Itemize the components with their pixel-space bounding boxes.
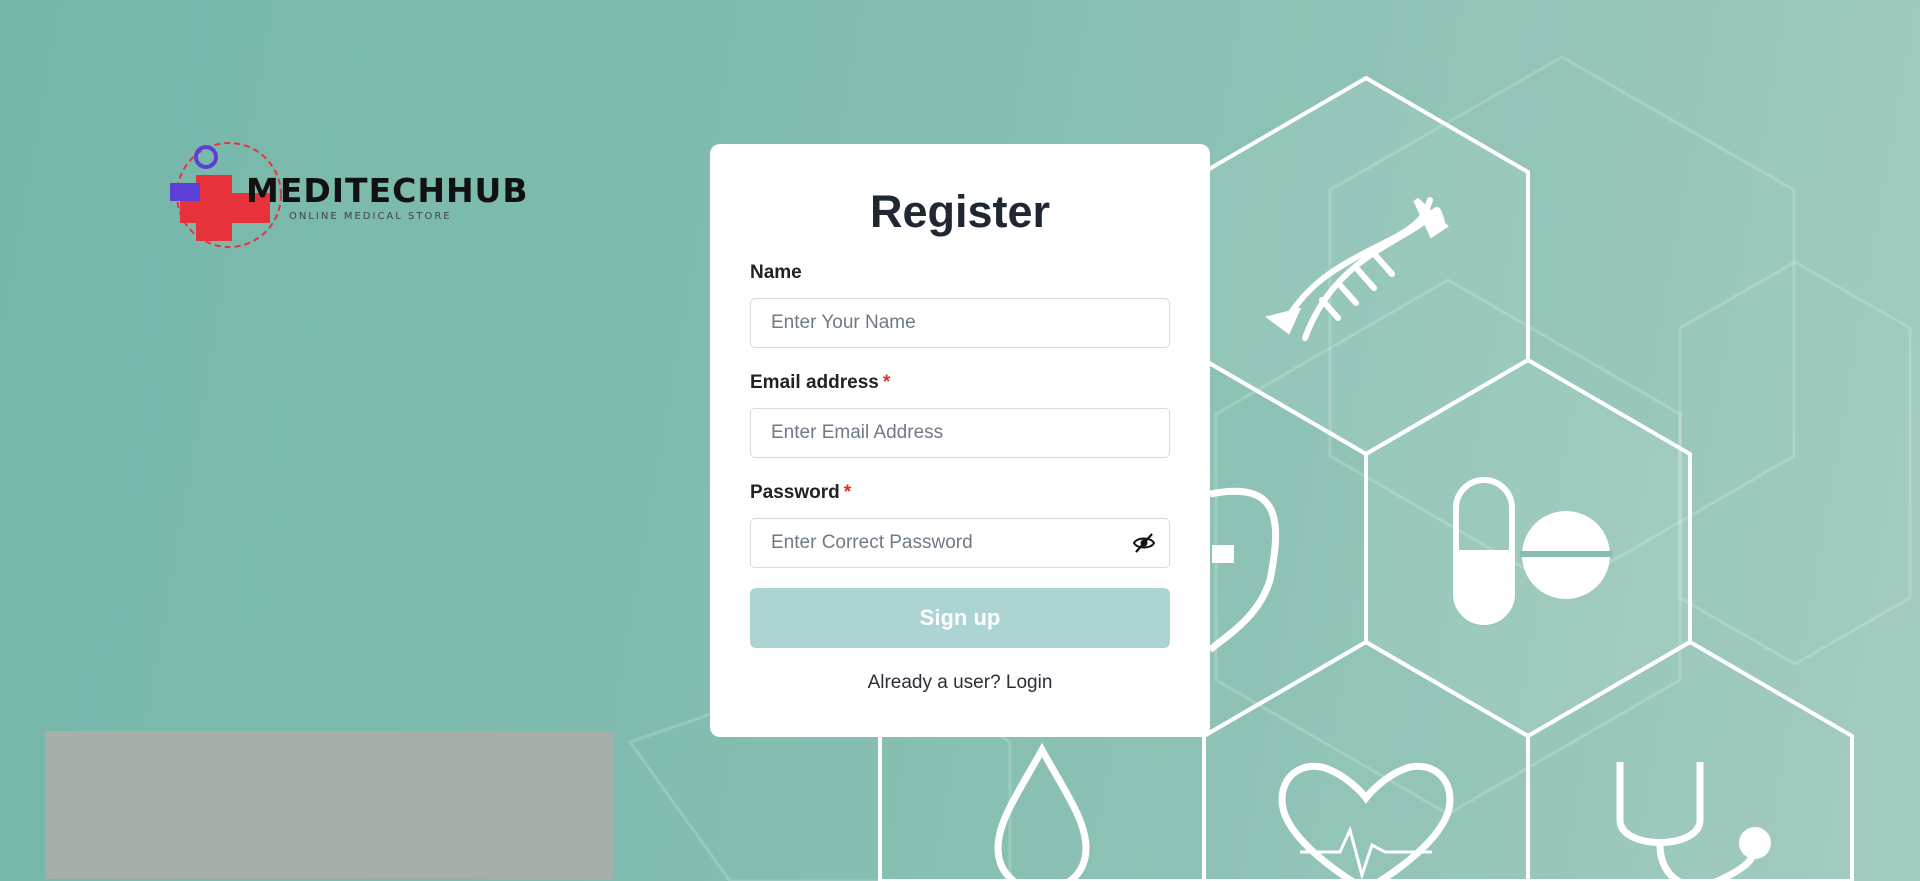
login-prompt: Already a user? Login (867, 672, 1053, 693)
login-link[interactable]: Login (1006, 672, 1053, 693)
password-input[interactable] (750, 518, 1170, 568)
page-title: Register (869, 186, 1051, 237)
brand-tagline: ONLINE MEDICAL STORE (289, 211, 452, 222)
brand-name: MEDITECHHUB (246, 171, 529, 210)
name-label: Name (750, 262, 802, 283)
stethoscope-icon (1616, 762, 1771, 881)
shield-icon (1207, 487, 1280, 653)
email-label: Email address * (750, 372, 891, 393)
register-card: Register Name Email address* Password* S… (710, 144, 1210, 737)
password-label: Password * (750, 482, 852, 503)
signup-button[interactable]: Sign up (750, 588, 1170, 648)
eye-slash-icon[interactable] (1132, 531, 1156, 555)
required-mark: * (843, 482, 852, 503)
required-mark: * (882, 372, 891, 393)
image-placeholder (45, 731, 614, 879)
name-input[interactable] (750, 298, 1170, 348)
heartbeat-icon (1278, 762, 1454, 881)
brand-logo[interactable]: MEDITECHHUB ONLINE MEDICAL STORE (166, 135, 528, 255)
email-input[interactable] (750, 408, 1170, 458)
